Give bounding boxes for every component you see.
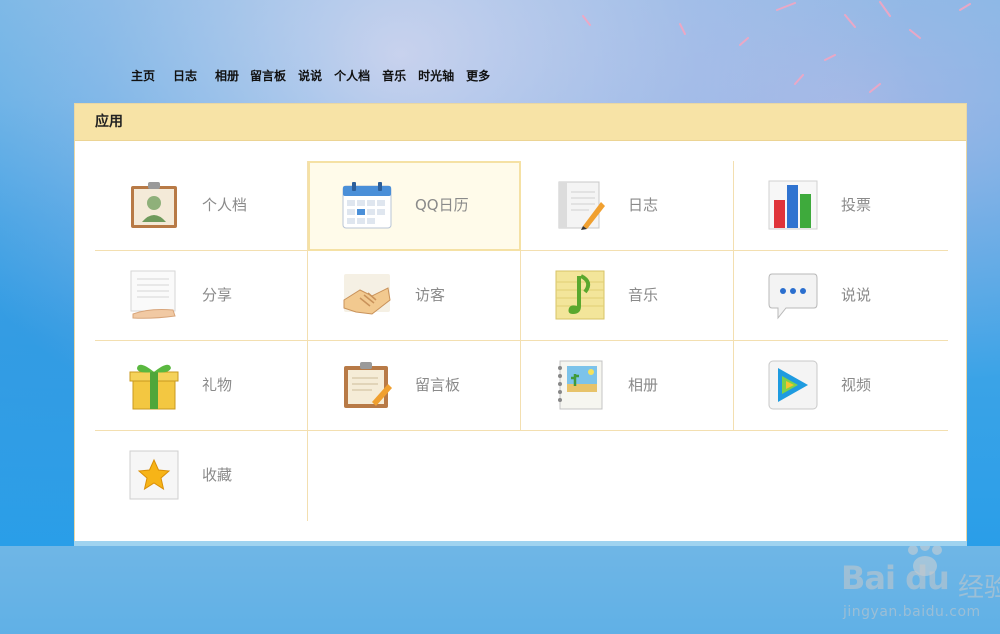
nav-diary[interactable]: 日志 xyxy=(173,67,197,84)
app-label: 视频 xyxy=(841,376,872,394)
nav-more[interactable]: 更多 xyxy=(466,67,490,84)
app-label: 留言板 xyxy=(415,376,461,394)
empty-cell xyxy=(521,431,734,521)
app-music[interactable]: 音乐 xyxy=(521,251,734,341)
video-play-icon xyxy=(768,360,818,410)
watermark-logo: Bai du xyxy=(841,559,950,597)
speech-bubble-icon xyxy=(768,273,818,320)
nav-shuoshuo[interactable]: 说说 xyxy=(298,67,322,84)
empty-cell xyxy=(734,431,948,521)
app-label: QQ日历 xyxy=(415,196,469,214)
nav-music[interactable]: 音乐 xyxy=(382,67,406,84)
app-shuoshuo[interactable]: 说说 xyxy=(734,251,948,341)
nav-timeline[interactable]: 时光轴 xyxy=(418,67,454,84)
app-label: 投票 xyxy=(841,196,872,214)
watermark-url: jingyan.baidu.com xyxy=(843,604,981,620)
clipboard-pencil-icon xyxy=(344,362,392,408)
app-gift[interactable]: 礼物 xyxy=(95,341,308,431)
app-label: 相册 xyxy=(628,376,659,394)
nav-album[interactable]: 相册 xyxy=(215,67,239,84)
profile-card-icon xyxy=(131,182,177,228)
app-label: 音乐 xyxy=(628,286,659,304)
app-diary[interactable]: 日志 xyxy=(521,161,734,251)
app-favorites[interactable]: 收藏 xyxy=(95,431,308,521)
app-message-board[interactable]: 留言板 xyxy=(308,341,521,431)
app-album[interactable]: 相册 xyxy=(521,341,734,431)
apps-panel: 应用 个人档 QQ日历 日志 投票 分享 访客 音乐 说说 礼物 留言板 相册 … xyxy=(74,103,1000,620)
bar-chart-icon xyxy=(768,180,818,230)
star-icon xyxy=(129,450,179,500)
app-label: 分享 xyxy=(202,286,233,304)
handshake-icon xyxy=(343,274,391,315)
nav-home[interactable]: 主页 xyxy=(131,67,155,84)
app-vote[interactable]: 投票 xyxy=(734,161,948,251)
app-label: 访客 xyxy=(415,286,446,304)
app-qq-calendar[interactable]: QQ日历 xyxy=(308,161,521,251)
photo-album-icon xyxy=(558,360,603,410)
calendar-icon xyxy=(342,182,392,229)
empty-cell xyxy=(308,431,521,521)
app-visitors[interactable]: 访客 xyxy=(308,251,521,341)
apps-grid: 个人档 QQ日历 日志 投票 分享 访客 音乐 说说 礼物 留言板 相册 视频 … xyxy=(95,161,948,521)
app-share[interactable]: 分享 xyxy=(95,251,308,341)
share-hand-icon xyxy=(130,270,176,319)
app-label: 礼物 xyxy=(202,376,233,394)
app-label: 收藏 xyxy=(202,466,233,484)
diary-book-icon xyxy=(558,181,605,230)
music-note-icon xyxy=(555,270,605,320)
app-label: 个人档 xyxy=(202,196,248,214)
top-nav: 主页 日志 相册 留言板 说说 个人档 音乐 时光轴 更多 xyxy=(131,65,502,85)
app-label: 日志 xyxy=(628,196,659,214)
watermark-suffix: 经验 xyxy=(958,573,1000,603)
app-label: 说说 xyxy=(841,286,872,304)
app-video[interactable]: 视频 xyxy=(734,341,948,431)
panel-title: 应用 xyxy=(75,104,966,141)
app-profile[interactable]: 个人档 xyxy=(95,161,308,251)
background-sparkles xyxy=(582,1,971,93)
nav-message-board[interactable]: 留言板 xyxy=(250,67,286,84)
baidu-jingyan-watermark: Bai du 经验 jingyan.baidu.com xyxy=(841,541,1000,634)
panel-bottom-edge xyxy=(74,541,967,546)
gift-box-icon xyxy=(129,364,179,410)
nav-profile[interactable]: 个人档 xyxy=(334,67,370,84)
